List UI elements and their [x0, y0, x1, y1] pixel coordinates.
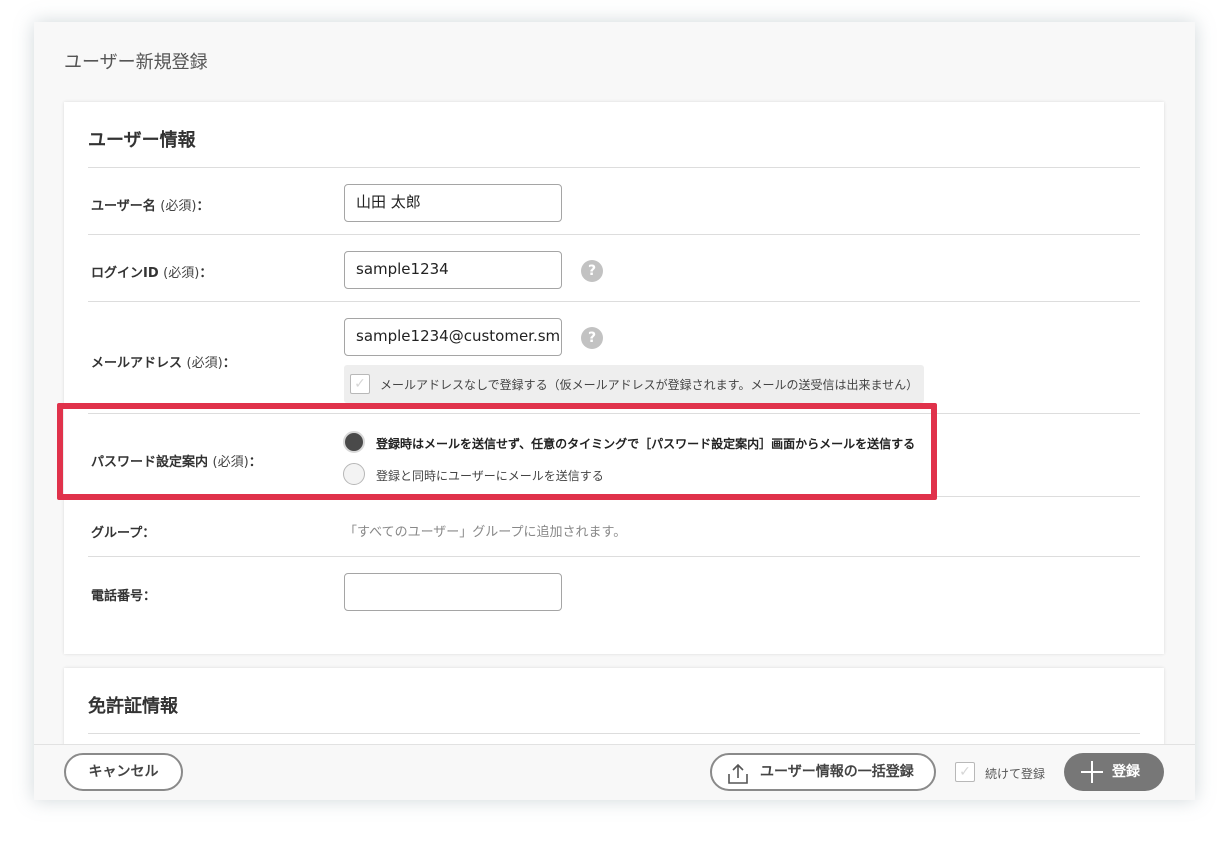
bulk-register-button[interactable]: ユーザー情報の一括登録 — [710, 753, 936, 791]
register-label: 登録 — [1112, 764, 1140, 780]
email-input[interactable]: sample1234@customer.sm — [344, 318, 562, 356]
continue-register-checkbox[interactable]: ✓ — [955, 762, 975, 782]
user-info-card: ユーザー情報 ユーザー名 (必須)： 山田 太郎 ログインID (必須)： sa… — [64, 102, 1164, 654]
user-info-heading: ユーザー情報 — [88, 130, 196, 151]
divider — [88, 733, 1140, 734]
username-input[interactable]: 山田 太郎 — [344, 184, 562, 222]
register-button[interactable]: 登録 — [1064, 753, 1164, 791]
divider — [88, 234, 1140, 235]
no-email-option[interactable]: ✓ メールアドレスなしで登録する（仮メールアドレスが登録されます。メールの送受信… — [344, 365, 924, 403]
plus-icon — [1081, 761, 1103, 783]
login-id-label: ログインID (必須)： — [91, 266, 213, 281]
email-label: メールアドレス (必須)： — [91, 356, 236, 371]
upload-icon — [728, 763, 748, 784]
username-label: ユーザー名 (必須)： — [91, 199, 210, 214]
question-circle-icon[interactable]: ? — [581, 327, 603, 349]
no-email-option-label: メールアドレスなしで登録する（仮メールアドレスが登録されます。メールの送受信は出… — [380, 378, 919, 392]
continue-register-label: 続けて登録 — [985, 767, 1046, 781]
phone-input[interactable] — [344, 573, 562, 611]
question-circle-icon[interactable]: ? — [581, 260, 603, 282]
login-id-input[interactable]: sample1234 — [344, 251, 562, 289]
bulk-register-label: ユーザー情報の一括登録 — [760, 764, 914, 780]
check-icon: ✓ — [959, 764, 971, 780]
group-note: 「すべてのユーザー」グループに追加されます。 — [344, 525, 627, 540]
phone-label: 電話番号： — [91, 589, 157, 604]
no-email-checkbox[interactable]: ✓ — [350, 374, 370, 394]
page-title: ユーザー新規登録 — [64, 52, 208, 73]
cancel-button[interactable]: キャンセル — [64, 753, 183, 791]
divider — [88, 167, 1140, 168]
divider — [88, 556, 1140, 557]
group-label: グループ： — [91, 526, 156, 541]
check-icon: ✓ — [354, 376, 366, 392]
footer-bar: キャンセル ユーザー情報の一括登録 ✓ 続けて登録 登録 — [34, 744, 1195, 800]
license-info-heading: 免許証情報 — [88, 696, 178, 717]
divider — [88, 301, 1140, 302]
password-guide-highlight — [57, 403, 937, 500]
